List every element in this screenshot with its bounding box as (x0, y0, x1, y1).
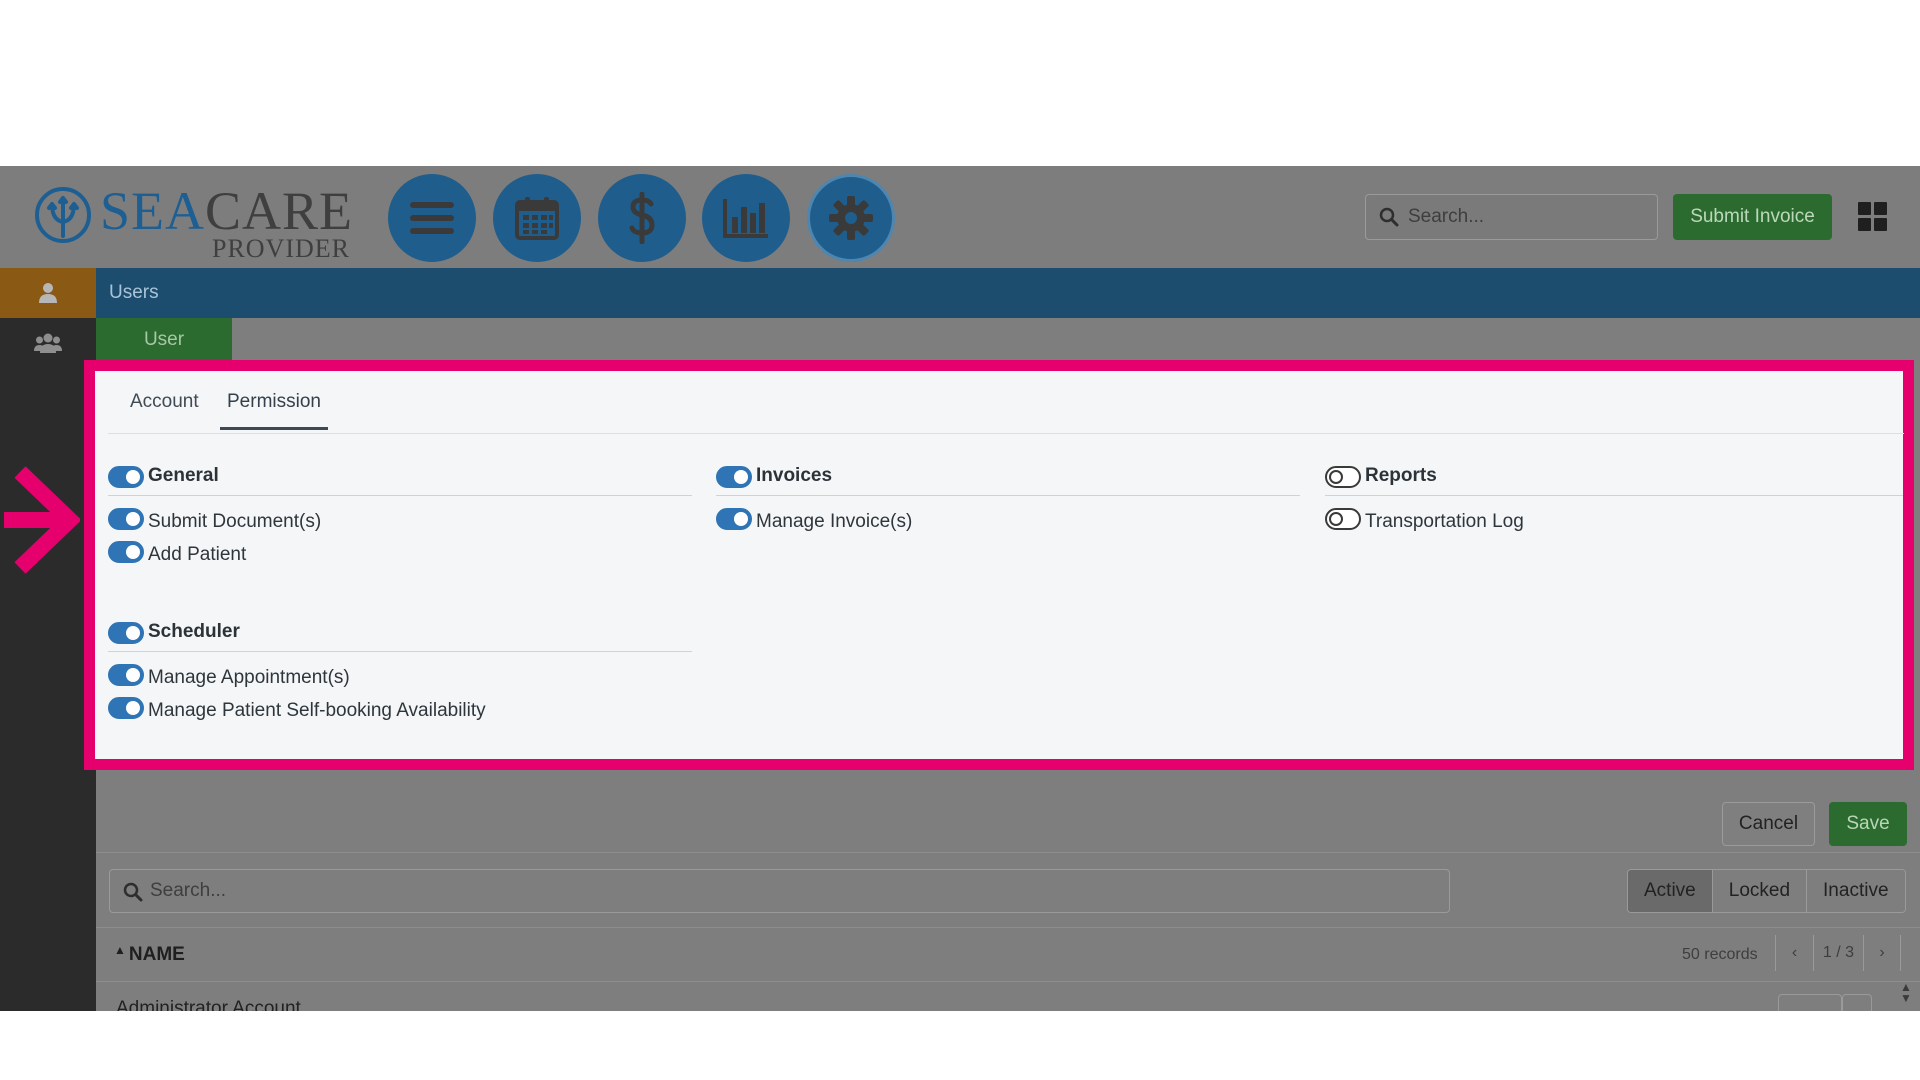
group-title: Invoices (756, 465, 833, 486)
records-count: 50 records (1682, 946, 1758, 963)
pagination: ‹ 1 / 3 › (1775, 935, 1901, 971)
trident-logo-icon (35, 187, 91, 243)
bar-chart-icon (723, 199, 768, 238)
status-filter-group: Active Locked Inactive (1627, 869, 1906, 913)
submit-invoice-button[interactable]: Submit Invoice (1673, 194, 1832, 240)
filter-inactive[interactable]: Inactive (1807, 870, 1905, 912)
permission-label: Manage Appointment(s) (148, 667, 350, 688)
sidebar-item-user[interactable] (0, 268, 96, 318)
billing-button[interactable] (598, 174, 686, 262)
toggle-transportation-log[interactable] (1325, 508, 1361, 530)
cancel-button[interactable]: Cancel (1722, 802, 1815, 846)
annotation-arrow-icon (4, 466, 80, 574)
gear-icon (829, 196, 873, 240)
permission-item: Add Patient (108, 537, 692, 570)
table-row-name[interactable]: Administrator Account (116, 998, 301, 1011)
toggle-manage-invoices[interactable] (716, 508, 752, 530)
dollar-icon (629, 192, 655, 244)
calendar-button[interactable] (493, 174, 581, 262)
permission-label: Manage Invoice(s) (756, 511, 913, 532)
permission-item: Transportation Log (1325, 504, 1903, 537)
filter-active[interactable]: Active (1628, 870, 1713, 912)
menu-button[interactable] (388, 174, 476, 262)
sidebar-item-users[interactable] (0, 318, 96, 368)
toggle-invoices[interactable] (716, 466, 752, 488)
app-window: SEACARE PROVIDER Search... Submit Invoic… (0, 166, 1920, 1011)
calendar-icon (515, 197, 559, 240)
sort-caret-icon: ▲ (114, 943, 126, 957)
reports-button[interactable] (702, 174, 790, 262)
filter-locked[interactable]: Locked (1712, 870, 1808, 912)
permission-label: Submit Document(s) (148, 511, 322, 532)
row-more-button[interactable] (1842, 994, 1872, 1011)
logo-sea: SEA (100, 181, 206, 241)
permission-item: Manage Invoice(s) (716, 504, 1300, 537)
top-search[interactable] (1365, 194, 1658, 240)
menu-icon (410, 202, 454, 234)
toggle-submit-documents[interactable] (108, 508, 144, 530)
permission-group-invoices: Invoices (716, 462, 1300, 496)
permission-group-scheduler: Scheduler (108, 618, 692, 652)
settings-button[interactable] (807, 174, 895, 262)
permission-column-2: Invoices Manage Invoice(s) (716, 462, 1300, 537)
apps-grid-icon[interactable] (1858, 202, 1888, 232)
toggle-manage-appointments[interactable] (108, 664, 144, 686)
permission-item: Submit Document(s) (108, 504, 692, 537)
logo-wordmark: SEACARE (100, 184, 353, 238)
group-title: Reports (1365, 465, 1437, 486)
divider (96, 927, 1920, 928)
user-icon (39, 283, 57, 303)
logo-care: CARE (205, 181, 354, 241)
permission-label: Add Patient (148, 544, 247, 565)
permission-item: Manage Appointment(s) (108, 660, 692, 693)
list-search[interactable] (109, 869, 1450, 913)
permission-label: Manage Patient Self-booking Availability (148, 700, 486, 721)
group-title: General (148, 465, 219, 486)
name-column-header[interactable]: ▲ NAME (114, 943, 185, 966)
page-indicator: 1 / 3 (1813, 935, 1863, 971)
users-title-bar: Users (96, 268, 1920, 318)
panel-tabs: Account Permission (108, 371, 1904, 434)
permission-group-general: General (108, 462, 692, 496)
user-tab[interactable]: User (96, 318, 232, 362)
save-button[interactable]: Save (1829, 802, 1907, 846)
next-page-button[interactable]: › (1863, 935, 1901, 971)
toggle-reports[interactable] (1325, 466, 1361, 488)
permission-panel: Account Permission General Submit Docume… (95, 371, 1904, 759)
permission-label: Transportation Log (1365, 511, 1524, 532)
top-search-input[interactable] (1408, 195, 1648, 239)
group-title: Scheduler (148, 621, 240, 642)
logo-provider: PROVIDER (212, 234, 351, 263)
search-icon (123, 882, 143, 902)
users-title: Users (109, 282, 159, 303)
permission-column-1: General Submit Document(s) Add Patient S… (108, 462, 692, 726)
divider (96, 981, 1920, 982)
header: SEACARE PROVIDER Search... Submit Invoic… (0, 166, 1920, 268)
list-search-input[interactable] (150, 870, 1430, 912)
search-icon (1379, 207, 1399, 227)
scroll-arrows[interactable]: ▲ ▼ (1900, 981, 1912, 1004)
divider (96, 852, 1920, 853)
toggle-scheduler[interactable] (108, 622, 144, 644)
toggle-general[interactable] (108, 466, 144, 488)
permission-panel-highlight: Account Permission General Submit Docume… (84, 360, 1914, 770)
toggle-add-patient[interactable] (108, 541, 144, 563)
permission-group-reports: Reports (1325, 462, 1903, 496)
permission-item: Manage Patient Self-booking Availability (108, 693, 692, 726)
row-edit-button[interactable] (1778, 994, 1842, 1011)
left-sidebar (0, 268, 96, 1011)
tab-permission[interactable]: Permission (220, 391, 328, 430)
tab-account[interactable]: Account (123, 391, 206, 427)
seacare-logo[interactable]: SEACARE PROVIDER (34, 178, 354, 262)
name-column-label: NAME (128, 944, 185, 965)
prev-page-button[interactable]: ‹ (1775, 935, 1813, 971)
permission-column-3: Reports Transportation Log (1325, 462, 1903, 537)
users-group-icon (34, 333, 62, 353)
toggle-self-booking[interactable] (108, 697, 144, 719)
